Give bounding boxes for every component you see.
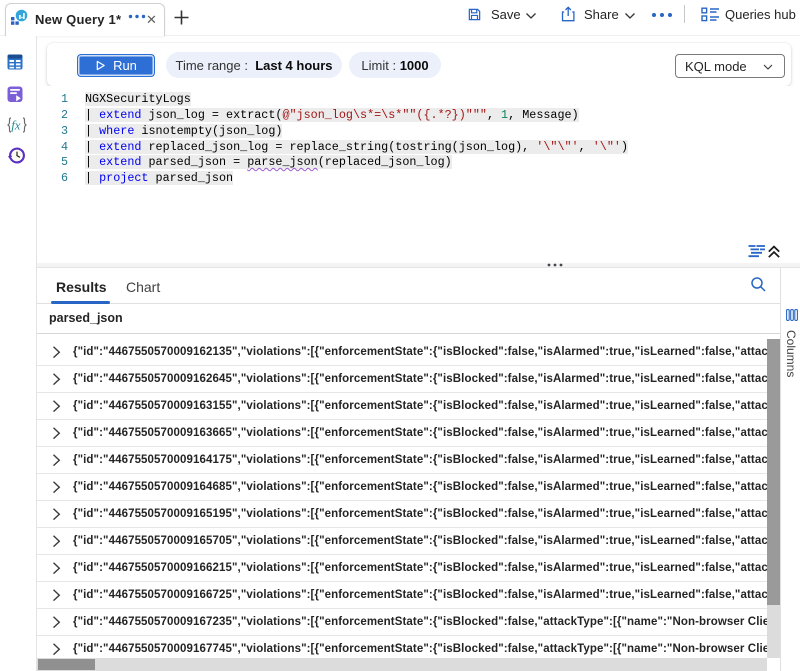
svg-text:fx: fx: [11, 118, 21, 133]
